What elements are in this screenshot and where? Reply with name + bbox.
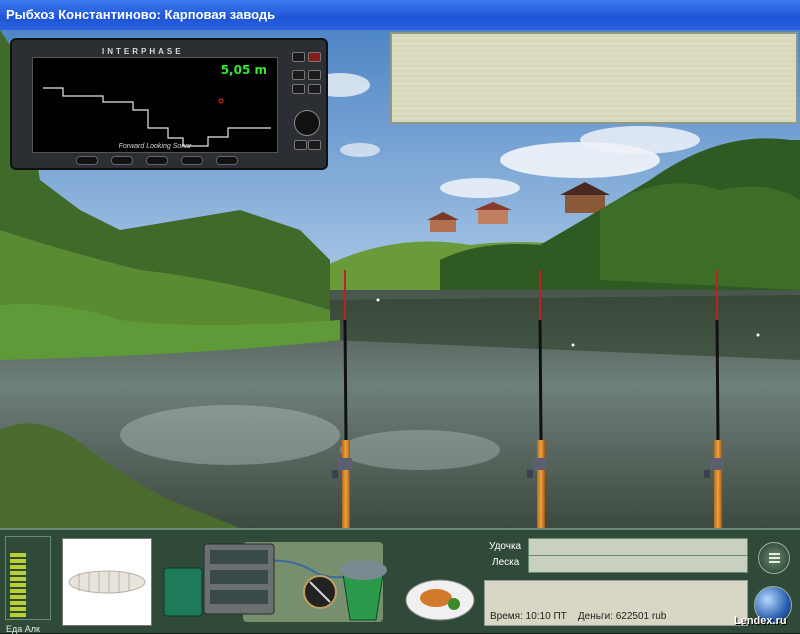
food-level-bars [10, 551, 26, 617]
sonar-button-3[interactable] [146, 156, 168, 165]
fish-bucket-icon[interactable] [342, 573, 384, 621]
bait-slot[interactable] [62, 538, 152, 626]
sonar-dpad[interactable] [294, 110, 320, 136]
sonar-button-4[interactable] [181, 156, 203, 165]
time-label: Время: [490, 611, 523, 622]
bottom-toolbar: Еда Алк Удочка Леска Время: 10:10 ПТ Ден… [0, 528, 800, 634]
sonar-button-5[interactable] [216, 156, 238, 165]
sonar-power-key[interactable] [308, 52, 321, 62]
sonar-key[interactable] [308, 140, 321, 150]
message-panel [390, 32, 798, 124]
food-alcohol-meter: Еда Алк [5, 536, 51, 634]
sonar-button-1[interactable] [76, 156, 98, 165]
sonar-key[interactable] [308, 84, 321, 94]
sonar-key[interactable] [308, 70, 321, 80]
inventory-tools [163, 542, 475, 622]
sonar-caption: Forward Looking Sonar [118, 143, 192, 150]
status-bar: Время: 10:10 ПТ Деньги: 622501 rub [484, 580, 748, 626]
sonar-key[interactable] [292, 52, 305, 62]
money-value: 622501 rub [615, 611, 667, 622]
rod-field[interactable] [528, 538, 748, 556]
rod-label: Удочка [489, 541, 522, 552]
sonar-screen: 5,05 m Forward Looking Sonar [32, 57, 278, 153]
line-field[interactable] [528, 555, 748, 573]
sonar-key[interactable] [292, 84, 305, 94]
window-title: Рыбхоз Константиново: Карповая заводь [0, 0, 800, 30]
book-icon[interactable] [163, 567, 203, 617]
sonar-device: INTERPHASE 5,05 m Forward Looking Sonar [10, 38, 328, 170]
sonar-brand: INTERPHASE [102, 47, 184, 56]
sonar-key[interactable] [294, 140, 307, 150]
money-label: Деньги: [577, 611, 613, 622]
sonar-key[interactable] [292, 70, 305, 80]
maggot-icon [68, 570, 146, 594]
watermark: Lendex.ru [734, 615, 787, 627]
time-value: 10:10 ПТ [525, 611, 567, 622]
sonar-depth-readout: 5,05 m [220, 63, 267, 77]
sonar-button-2[interactable] [111, 156, 133, 165]
line-label: Леска [492, 557, 520, 568]
menu-button[interactable] [758, 542, 790, 574]
